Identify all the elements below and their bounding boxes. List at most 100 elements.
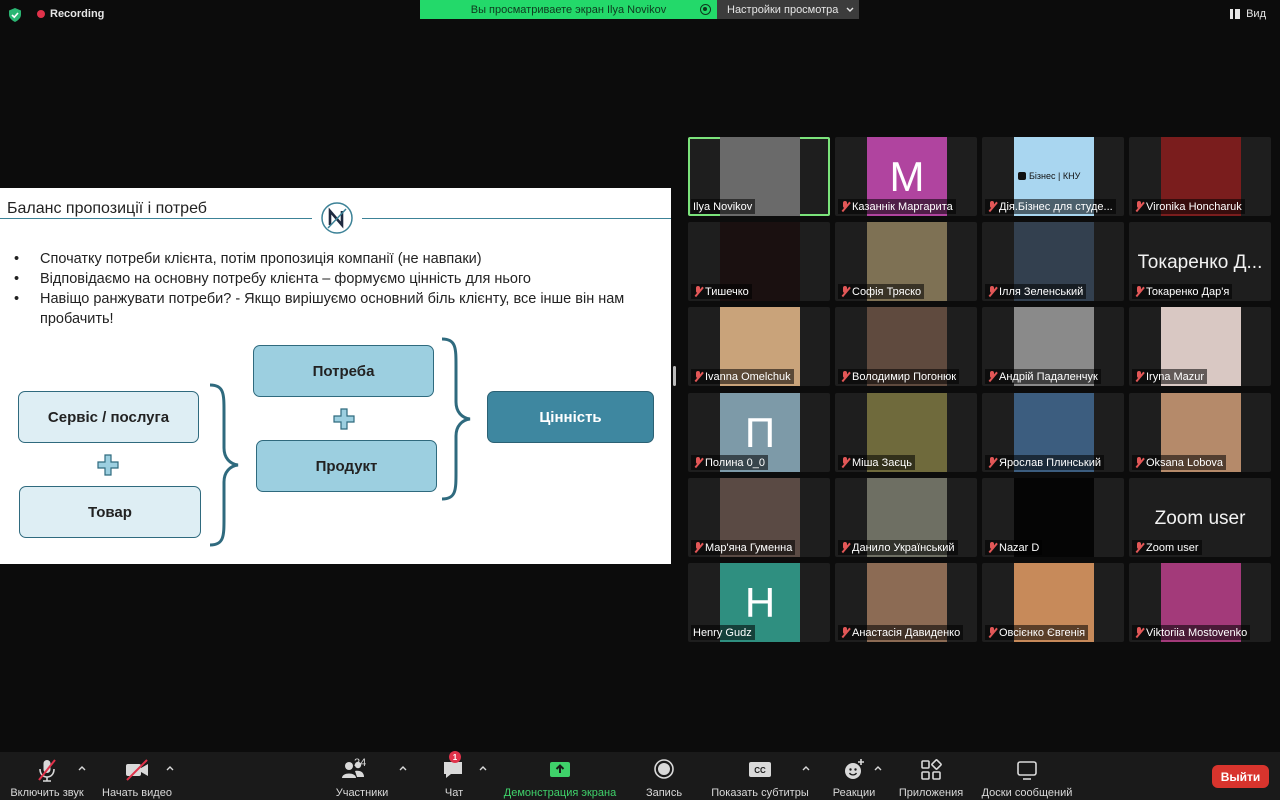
plus-icon (333, 408, 355, 430)
participant-tile[interactable]: Софія Тряско (835, 222, 977, 301)
participant-name-label: Софія Тряско (838, 284, 925, 299)
apps-button[interactable]: Приложения (894, 752, 968, 800)
participant-tile[interactable]: Iryna Mazur (1129, 307, 1271, 386)
participant-tile[interactable]: Анастасія Давиденко (835, 563, 977, 642)
participant-name: Софія Тряско (852, 285, 922, 298)
participants-button[interactable]: 24 Участники (330, 752, 394, 800)
participant-display-name: Zoom user (1154, 508, 1246, 529)
record-icon (654, 759, 674, 779)
participant-tile[interactable]: Ilya Novikov (688, 137, 830, 216)
participant-name: Ilya Novikov (693, 200, 753, 213)
participant-name: Nazar D (999, 541, 1040, 554)
view-label: Вид (1246, 8, 1266, 20)
title-underline (0, 218, 312, 219)
participant-name-label: Oksana Lobova (1132, 455, 1227, 470)
apps-label: Приложения (898, 787, 964, 799)
participant-tile[interactable]: Тишечко (688, 222, 830, 301)
participant-name-label: Дія.Бізнес для студе... (985, 199, 1116, 214)
mic-muted-icon (987, 627, 997, 638)
participant-tile[interactable]: Nazar D (982, 478, 1124, 557)
left-brace (209, 383, 239, 547)
participant-tile[interactable]: Володимир Погонюк (835, 307, 977, 386)
zoom-meeting-window: Recording Вы просматриваете экран Ilya N… (0, 0, 1280, 800)
participant-tile[interactable]: Мар'яна Гуменна (688, 478, 830, 557)
split-resize-handle[interactable] (673, 366, 676, 386)
participant-tile[interactable]: M Казаннік Маргарита (835, 137, 977, 216)
participant-name-label: Iryna Mazur (1132, 369, 1208, 384)
video-options-caret-icon[interactable] (165, 763, 175, 773)
participant-tile[interactable]: H Henry Gudz (688, 563, 830, 642)
reactions-button[interactable]: Реакции (828, 752, 880, 800)
value-box: Цінність (487, 391, 654, 443)
participant-name: Андрій Падаленчук (999, 370, 1098, 383)
mic-muted-icon (693, 542, 703, 553)
stop-circle-icon[interactable] (700, 4, 711, 15)
participant-tile[interactable]: Oksana Lobova (1129, 393, 1271, 472)
leave-meeting-button[interactable]: Выйти (1212, 765, 1269, 788)
participant-name-label: Полина 0_0 (691, 455, 768, 470)
start-video-label: Начать видео (102, 787, 172, 799)
unmute-button[interactable]: Включить звук (6, 752, 88, 800)
mic-muted-icon (987, 201, 997, 212)
captions-caret-icon[interactable] (801, 763, 811, 773)
participant-name-label: Henry Gudz (691, 625, 755, 640)
mic-muted-icon (987, 542, 997, 553)
chat-caret-icon[interactable] (478, 763, 488, 773)
whiteboard-icon (1017, 761, 1037, 780)
slide-bullets: Спочатку потреби клієнта, потім пропозиц… (14, 249, 654, 329)
mic-muted-icon (987, 286, 997, 297)
mic-muted-icon (840, 542, 850, 553)
chat-label: Чат (444, 787, 464, 799)
participant-name: Ярослав Плинський (999, 456, 1101, 469)
whiteboards-label: Доски сообщений (981, 787, 1073, 799)
participant-tile[interactable]: Ярослав Плинський (982, 393, 1124, 472)
participant-tile[interactable]: П Полина 0_0 (688, 393, 830, 472)
view-button[interactable]: Вид (1230, 8, 1266, 20)
participant-tile[interactable]: Токаренко Д... Токаренко Дар'я (1129, 222, 1271, 301)
need-box: Потреба (253, 345, 434, 397)
participant-tile[interactable]: Ілля Зеленський (982, 222, 1124, 301)
smiley-plus-icon (845, 759, 864, 779)
participants-caret-icon[interactable] (398, 763, 408, 773)
record-label: Запись (645, 787, 683, 799)
record-button[interactable]: Запись (640, 752, 688, 800)
share-screen-icon (550, 762, 570, 777)
reactions-caret-icon[interactable] (873, 763, 883, 773)
view-options-button[interactable]: Настройки просмотра (717, 0, 859, 19)
participant-tile[interactable]: Ivanna Omelchuk (688, 307, 830, 386)
share-screen-button[interactable]: Демонстрация экрана (498, 752, 622, 800)
participant-name: Iryna Mazur (1146, 370, 1205, 383)
audio-options-caret-icon[interactable] (77, 763, 87, 773)
bullet-item: Навіщо ранжувати потреби? - Якщо вирішує… (14, 289, 654, 329)
participant-tile[interactable]: Данило Український (835, 478, 977, 557)
screen-share-banner: Вы просматриваете экран Ilya Novikov Нас… (420, 0, 859, 19)
recording-indicator[interactable]: Recording (37, 8, 104, 20)
recording-label: Recording (50, 8, 105, 20)
whiteboards-button[interactable]: Доски сообщений (976, 752, 1078, 800)
participant-tile[interactable]: Zoom user Zoom user (1129, 478, 1271, 557)
participant-name-label: Zoom user (1132, 540, 1202, 555)
participant-tile[interactable]: Міша Заєць (835, 393, 977, 472)
participant-name: Viktoriia Mostovenko (1146, 626, 1248, 639)
participant-name-label: Токаренко Дар'я (1132, 284, 1233, 299)
captions-button[interactable]: CC Показать субтитры (706, 752, 814, 800)
mic-muted-icon (1134, 371, 1144, 382)
captions-label: Показать субтитры (711, 787, 809, 799)
start-video-button[interactable]: Начать видео (98, 752, 176, 800)
participant-tile[interactable]: Бізнес | КНУ Дія.Бізнес для студе... (982, 137, 1124, 216)
layout-view-icon (1230, 9, 1241, 19)
participant-tile[interactable]: Vironika Honcharuk (1129, 137, 1271, 216)
chat-button[interactable]: 1 Чат (436, 751, 472, 800)
mic-muted-icon (1134, 286, 1144, 297)
participant-name-label: Міша Заєць (838, 455, 916, 470)
mic-muted-icon (840, 286, 850, 297)
participant-tile[interactable]: Viktoriia Mostovenko (1129, 563, 1271, 642)
shield-check-icon[interactable] (8, 8, 22, 22)
participant-name-label: Viktoriia Mostovenko (1132, 625, 1251, 640)
participant-name-label: Данило Український (838, 540, 958, 555)
participant-name-label: Nazar D (985, 540, 1043, 555)
participant-name: Дія.Бізнес для студе... (999, 200, 1113, 213)
participant-name: Казаннік Маргарита (852, 200, 953, 213)
participant-tile[interactable]: Андрій Падаленчук (982, 307, 1124, 386)
participant-tile[interactable]: Овсієнко Євгенія (982, 563, 1124, 642)
